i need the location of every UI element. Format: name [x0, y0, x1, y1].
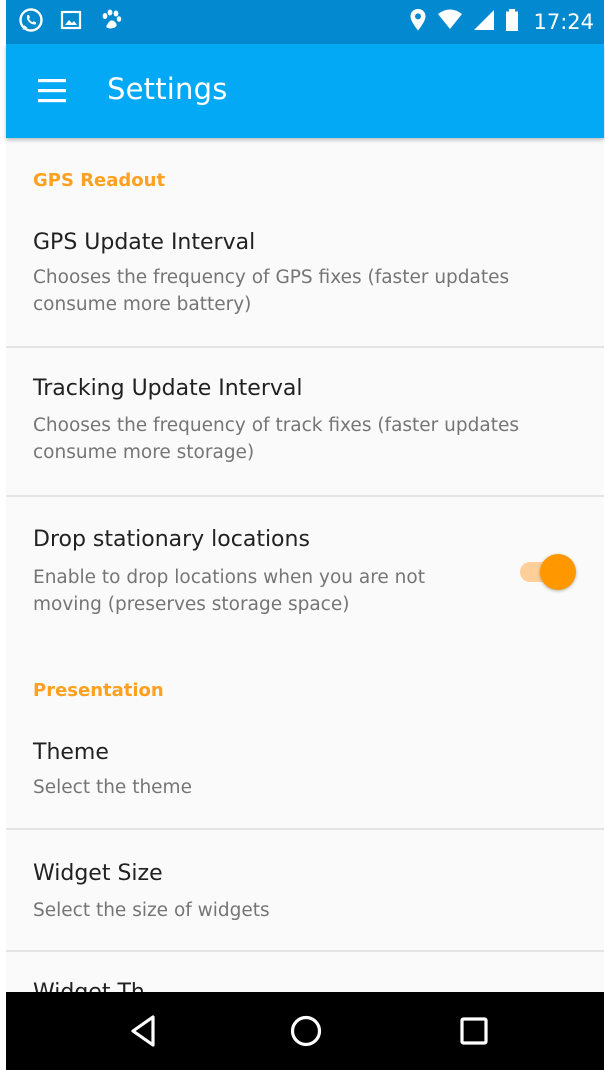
menu-button[interactable] [32, 76, 72, 106]
recents-button[interactable] [454, 1011, 494, 1051]
pref-title-widget-theme: Widget Th [33, 980, 145, 992]
battery-icon [505, 8, 519, 36]
pref-summary-theme: Select the theme [33, 777, 192, 798]
drop-stationary-locations-item[interactable]: Drop stationary locations Enable to drop… [6, 497, 604, 647]
pref-summary-tracking-update-interval: Chooses the frequency of track fixes (fa… [33, 415, 519, 463]
page-title: Settings [107, 72, 228, 106]
settings-list: GPS Readout GPS Update Interval Chooses … [6, 138, 604, 992]
status-bar: 17:24 [6, 0, 604, 44]
screen: 17:24 Settings GPS Readout GPS Update In… [0, 0, 605, 1070]
drop-stationary-locations-toggle[interactable] [520, 554, 576, 590]
pref-summary-gps-update-interval: Chooses the frequency of GPS fixes (fast… [33, 267, 510, 315]
widget-theme-item[interactable]: Widget Th [6, 952, 604, 992]
recents-square-icon [454, 1017, 494, 1055]
back-triangle-icon [124, 1015, 164, 1055]
back-button[interactable] [124, 1011, 164, 1051]
pref-title-tracking-update-interval: Tracking Update Interval [33, 376, 303, 401]
pref-title-drop-stationary-locations: Drop stationary locations [33, 527, 310, 552]
whatsapp-icon [18, 7, 44, 37]
cell-signal-icon [473, 9, 495, 35]
home-circle-icon [286, 1015, 326, 1055]
pref-title-gps-update-interval: GPS Update Interval [33, 230, 256, 255]
widget-size-item[interactable]: Widget Size Select the size of widgets [6, 830, 604, 950]
pref-summary-drop-stationary-locations: Enable to drop locations when you are no… [33, 567, 425, 615]
pref-title-widget-size: Widget Size [33, 861, 163, 886]
section-header-presentation: Presentation [33, 680, 164, 701]
tracking-update-interval-item[interactable]: Tracking Update Interval Chooses the fre… [6, 348, 604, 496]
toggle-thumb [540, 554, 576, 590]
app-bar: Settings [6, 44, 604, 138]
home-button[interactable] [286, 1011, 326, 1051]
notification-icons [18, 0, 124, 44]
hamburger-menu-icon [32, 79, 72, 110]
image-notification-icon [60, 9, 82, 35]
system-status-icons: 17:24 [409, 0, 594, 44]
gps-update-interval-item[interactable]: GPS Update Interval Chooses the frequenc… [6, 208, 604, 348]
status-time: 17:24 [533, 10, 594, 34]
paw-notification-icon [98, 7, 124, 37]
wifi-icon [437, 9, 463, 35]
location-icon [409, 8, 427, 36]
pref-title-theme: Theme [33, 740, 109, 765]
section-header-gps-readout: GPS Readout [33, 170, 166, 191]
pref-summary-widget-size: Select the size of widgets [33, 900, 270, 921]
navigation-bar [6, 992, 604, 1070]
theme-item[interactable]: Theme Select the theme [6, 718, 604, 828]
